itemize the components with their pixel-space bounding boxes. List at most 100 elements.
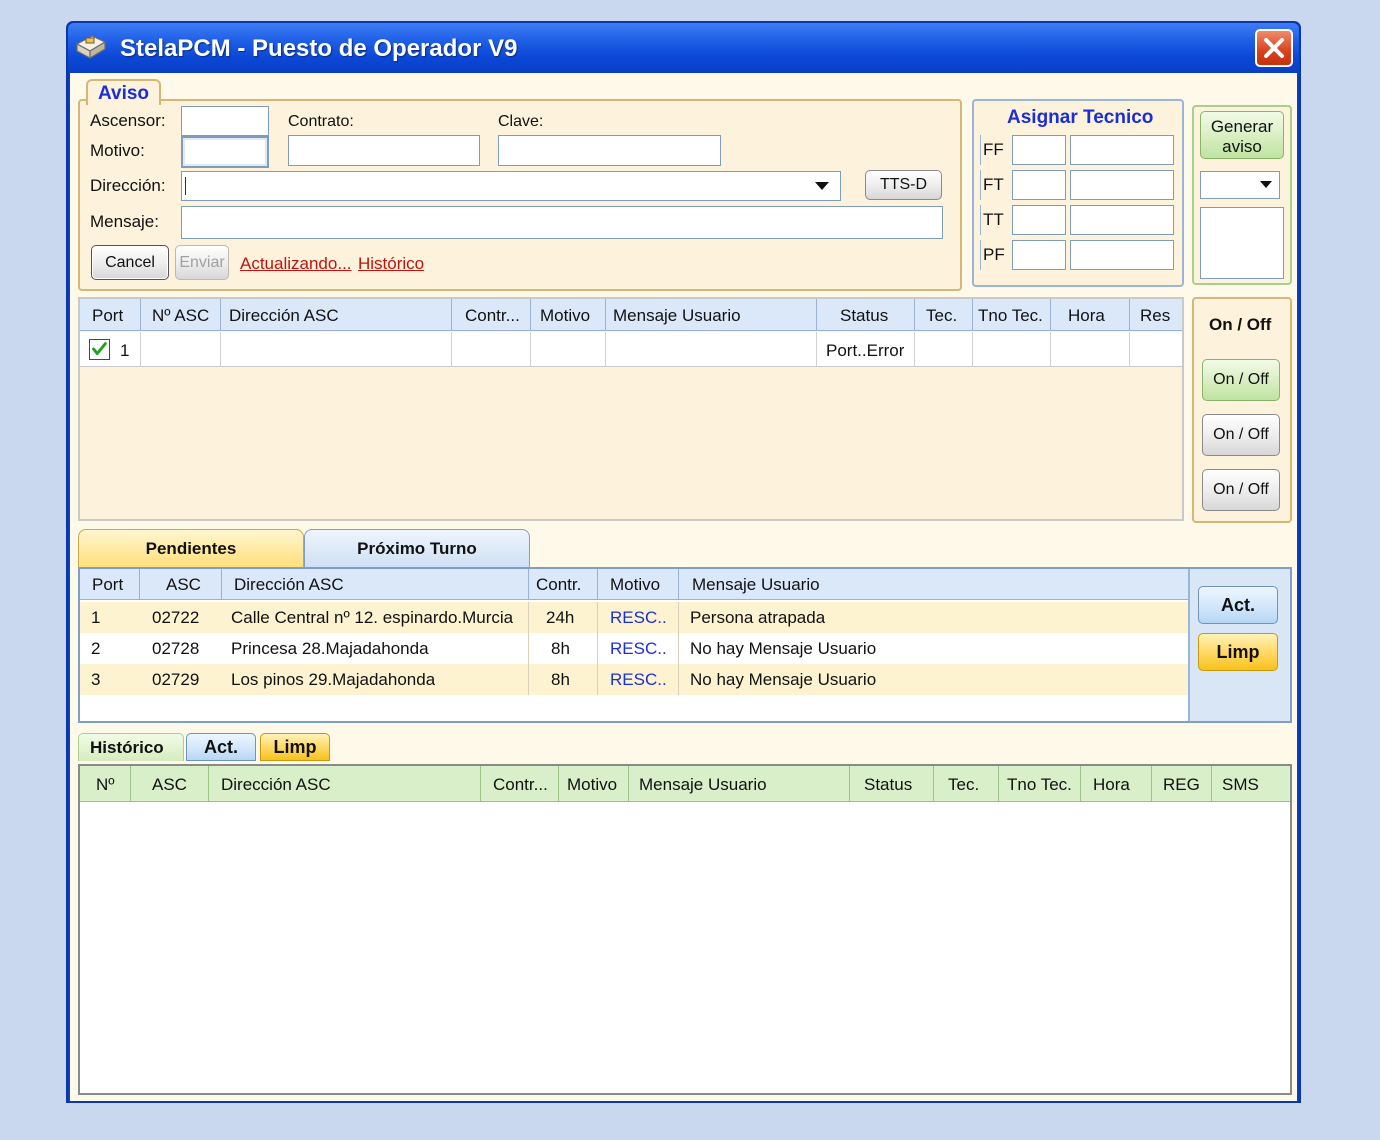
header-res[interactable]: Res	[1140, 306, 1170, 326]
column-divider	[530, 332, 531, 367]
column-divider	[1211, 766, 1212, 802]
header-n[interactable]: Nº	[96, 775, 115, 795]
asignar-name-input[interactable]	[1070, 240, 1174, 270]
column-divider	[528, 633, 529, 664]
tab-proximo-turno[interactable]: Próximo Turno	[304, 529, 530, 567]
on-off-button-3[interactable]: On / Off	[1202, 469, 1280, 511]
historico-limp-button[interactable]: Limp	[260, 733, 330, 761]
on-off-button-2[interactable]: On / Off	[1202, 414, 1280, 456]
clave-input[interactable]	[498, 135, 721, 166]
column-divider	[998, 766, 999, 802]
header-contr[interactable]: Contr...	[465, 306, 520, 326]
port-status: Port..Error	[826, 341, 905, 360]
column-divider	[140, 299, 141, 331]
header-port[interactable]: Port	[92, 575, 123, 595]
header-direccion[interactable]: Dirección ASC	[229, 306, 339, 326]
asignar-row-label: FF	[980, 135, 1008, 165]
header-mensaje[interactable]: Mensaje Usuario	[639, 775, 767, 795]
asignar-name-input[interactable]	[1070, 205, 1174, 235]
asignar-code-input[interactable]	[1012, 135, 1066, 165]
header-motivo[interactable]: Motivo	[540, 306, 590, 326]
header-contr[interactable]: Contr.	[536, 575, 581, 595]
ports-grid: Port Nº ASC Dirección ASC Contr... Motiv…	[78, 297, 1184, 521]
header-tec[interactable]: Tec.	[926, 306, 957, 326]
port-checkbox[interactable]	[89, 339, 110, 360]
historico-tab-label: Histórico	[78, 733, 184, 761]
generar-notes-box[interactable]	[1200, 207, 1284, 279]
header-hora[interactable]: Hora	[1068, 306, 1105, 326]
header-direccion[interactable]: Dirección ASC	[234, 575, 344, 595]
on-off-button-1[interactable]: On / Off	[1202, 359, 1280, 401]
pendientes-grid: Port ASC Dirección ASC Contr. Motivo Men…	[80, 569, 1188, 721]
app-icon	[75, 35, 107, 60]
column-divider	[528, 602, 529, 633]
header-tno-tec[interactable]: Tno Tec.	[978, 306, 1043, 326]
header-nasc[interactable]: Nº ASC	[152, 306, 209, 326]
header-contr[interactable]: Contr...	[493, 775, 548, 795]
direccion-select[interactable]	[181, 171, 841, 201]
aviso-tab: Aviso	[86, 79, 161, 105]
column-divider	[605, 332, 606, 367]
generar-select[interactable]	[1200, 171, 1280, 199]
column-divider	[914, 299, 915, 331]
cell-port: 1	[91, 608, 101, 627]
contrato-input[interactable]	[288, 135, 480, 166]
actualizando-link[interactable]: Actualizando...	[240, 254, 352, 274]
header-mensaje[interactable]: Mensaje Usuario	[613, 306, 741, 326]
header-status[interactable]: Status	[864, 775, 912, 795]
header-status[interactable]: Status	[840, 306, 888, 326]
tts-d-button[interactable]: TTS-D	[865, 170, 942, 200]
header-port[interactable]: Port	[92, 306, 123, 326]
asignar-name-input[interactable]	[1070, 135, 1174, 165]
header-asc[interactable]: ASC	[152, 775, 187, 795]
table-row[interactable]: 2 02728 Princesa 28.Majadahonda 8h RESC.…	[80, 633, 1188, 664]
asignar-row-ff: FF	[976, 133, 1180, 167]
header-tno-tec[interactable]: Tno Tec.	[1007, 775, 1072, 795]
header-reg[interactable]: REG	[1163, 775, 1200, 795]
asignar-name-input[interactable]	[1070, 170, 1174, 200]
pendientes-act-button[interactable]: Act.	[1198, 586, 1278, 624]
chevron-down-icon[interactable]	[1259, 180, 1273, 189]
close-icon	[1264, 38, 1284, 58]
header-sms[interactable]: SMS	[1222, 775, 1259, 795]
cell-mensaje: No hay Mensaje Usuario	[690, 670, 877, 689]
asignar-code-input[interactable]	[1012, 205, 1066, 235]
cell-contr: 8h	[551, 670, 570, 689]
ascensor-label: Ascensor:	[90, 111, 166, 130]
port-number: 1	[120, 341, 130, 360]
cancel-button[interactable]: Cancel	[91, 245, 169, 280]
header-asc[interactable]: ASC	[166, 575, 201, 595]
table-row[interactable]: 1 Port..Error	[80, 332, 1182, 367]
historico-link[interactable]: Histórico	[358, 254, 424, 274]
generar-aviso-button[interactable]: Generar aviso	[1200, 111, 1284, 159]
table-row[interactable]: 3 02729 Los pinos 29.Majadahonda 8h RESC…	[80, 664, 1188, 695]
on-off-header: On / Off	[1209, 315, 1272, 334]
text-cursor	[185, 177, 186, 195]
cell-direccion: Los pinos 29.Majadahonda	[231, 670, 436, 689]
generar-aviso-panel: Generar aviso	[1192, 105, 1292, 285]
header-mensaje[interactable]: Mensaje Usuario	[692, 575, 820, 595]
asignar-tecnico-title: Asignar Tecnico	[1007, 107, 1154, 128]
ascensor-input[interactable]	[181, 106, 269, 136]
table-row[interactable]: 1 02722 Calle Central nº 12. espinardo.M…	[80, 602, 1188, 633]
cell-port: 2	[91, 639, 101, 658]
pendientes-limp-button[interactable]: Limp	[1198, 633, 1278, 671]
motivo-input[interactable]	[181, 136, 269, 168]
header-motivo[interactable]: Motivo	[567, 775, 617, 795]
header-motivo[interactable]: Motivo	[610, 575, 660, 595]
enviar-button[interactable]: Enviar	[175, 245, 229, 280]
header-direccion[interactable]: Dirección ASC	[221, 775, 331, 795]
column-divider	[530, 299, 531, 331]
chevron-down-icon[interactable]	[814, 181, 830, 191]
historico-act-button[interactable]: Act.	[186, 733, 256, 761]
asignar-code-input[interactable]	[1012, 170, 1066, 200]
header-tec[interactable]: Tec.	[948, 775, 979, 795]
mensaje-input[interactable]	[181, 206, 943, 239]
cell-motivo: RESC..	[610, 608, 667, 627]
close-button[interactable]	[1255, 29, 1293, 67]
tab-pendientes[interactable]: Pendientes	[78, 529, 304, 567]
cell-direccion: Princesa 28.Majadahonda	[231, 639, 429, 658]
asignar-code-input[interactable]	[1012, 240, 1066, 270]
header-hora[interactable]: Hora	[1093, 775, 1130, 795]
title-bar[interactable]: StelaPCM - Puesto de Operador V9	[68, 23, 1299, 73]
